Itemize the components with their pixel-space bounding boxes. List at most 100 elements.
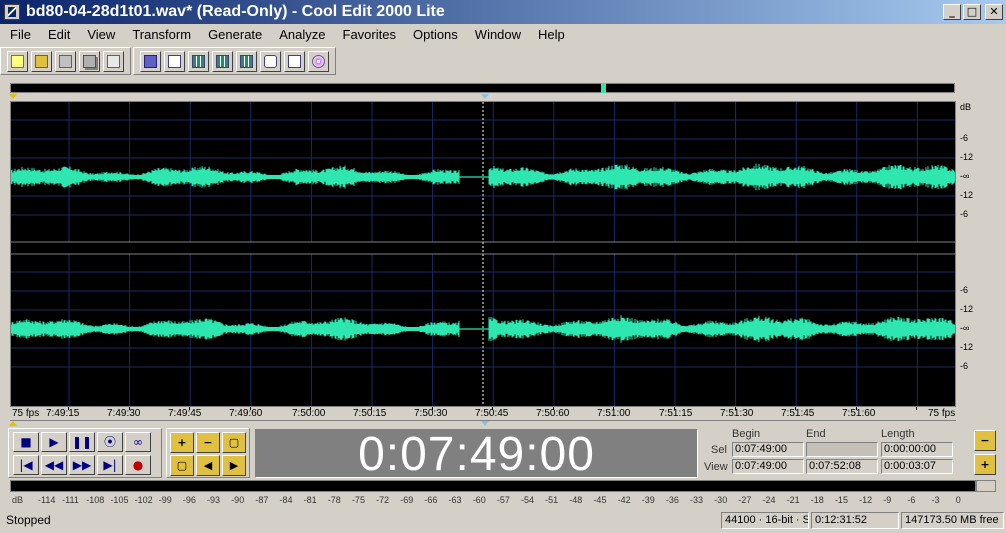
menu-analyze[interactable]: Analyze bbox=[269, 27, 332, 42]
go-to-end-button[interactable]: ▶| bbox=[97, 455, 123, 475]
time-tick bbox=[916, 407, 918, 410]
multitrack-icon[interactable] bbox=[140, 50, 161, 72]
play-button[interactable]: ▶ bbox=[41, 432, 67, 452]
meter-scale-label: -75 bbox=[351, 495, 365, 505]
overview-bar[interactable] bbox=[10, 83, 955, 93]
overview-thumb[interactable] bbox=[601, 83, 606, 93]
time-label: 7:51:60 bbox=[842, 408, 876, 419]
minimize-button[interactable]: _ bbox=[943, 4, 961, 20]
meter-scale-label: -18 bbox=[810, 495, 824, 505]
db-scale: dB -6 -12 -∞ -12 -6 -6 -12 -∞ -12 -6 bbox=[956, 101, 996, 407]
menu-edit[interactable]: Edit bbox=[38, 27, 77, 42]
cd-icon[interactable] bbox=[308, 50, 329, 72]
cursor-marker[interactable] bbox=[481, 94, 489, 99]
meter-scale-label: -78 bbox=[327, 495, 341, 505]
zoom-in-icon[interactable]: + bbox=[170, 432, 194, 453]
time-label: 7:50:30 bbox=[414, 408, 448, 419]
view-length-field[interactable]: 0:00:03:07 bbox=[881, 459, 953, 474]
begin-marker[interactable] bbox=[9, 94, 17, 99]
end-header: End bbox=[806, 428, 826, 440]
stop-button[interactable]: ■ bbox=[13, 432, 39, 452]
rewind-button[interactable]: ◀◀ bbox=[41, 455, 67, 475]
sel-label: Sel bbox=[711, 444, 727, 456]
meter-scale-label: -27 bbox=[738, 495, 752, 505]
loop-button[interactable]: ∞ bbox=[125, 432, 151, 452]
zoom-controls: + − ▢ ▢ ◀ ▶ bbox=[166, 428, 250, 478]
select-icon[interactable] bbox=[164, 50, 185, 72]
vertical-zoom-in-icon[interactable]: + bbox=[974, 454, 996, 475]
save-icon[interactable] bbox=[55, 50, 76, 72]
meter-scale-label: -36 bbox=[665, 495, 679, 505]
pause-button[interactable]: ❚❚ bbox=[69, 432, 95, 452]
open-file-icon[interactable] bbox=[31, 50, 52, 72]
zoom-icon[interactable] bbox=[260, 50, 281, 72]
menu-file[interactable]: File bbox=[0, 27, 38, 42]
meter-scale-label: -60 bbox=[472, 495, 486, 505]
save-selection-icon[interactable] bbox=[103, 50, 124, 72]
close-button[interactable]: ✕ bbox=[985, 4, 1003, 20]
meter-scale-label: -90 bbox=[231, 495, 245, 505]
meter-scale-label: -93 bbox=[207, 495, 221, 505]
meter-scale-label: -114 bbox=[38, 495, 56, 505]
length-header: Length bbox=[881, 428, 915, 440]
level-meter-peak[interactable] bbox=[976, 480, 996, 492]
menu-generate[interactable]: Generate bbox=[198, 27, 269, 42]
menu-transform[interactable]: Transform bbox=[122, 27, 198, 42]
record-button[interactable]: ● bbox=[125, 455, 151, 475]
grid-icon[interactable] bbox=[212, 50, 233, 72]
view-begin-field[interactable]: 0:07:49:00 bbox=[732, 459, 804, 474]
meter-scale-label: -48 bbox=[569, 495, 583, 505]
zoom-out-icon[interactable]: − bbox=[196, 432, 220, 453]
menu-window[interactable]: Window bbox=[465, 27, 528, 42]
p-icon[interactable] bbox=[284, 50, 305, 72]
new-file-icon[interactable] bbox=[7, 50, 28, 72]
begin-marker-bottom[interactable] bbox=[9, 421, 17, 426]
view-end-field[interactable]: 0:07:52:08 bbox=[806, 459, 878, 474]
meter-scale-label: dB bbox=[12, 495, 24, 505]
meter-scale-label: -12 bbox=[859, 495, 873, 505]
time-label: 7:50:15 bbox=[353, 408, 387, 419]
meter-scale-label: -9 bbox=[883, 495, 892, 505]
meter-scale-label: -39 bbox=[641, 495, 655, 505]
meter-scale-label: -66 bbox=[424, 495, 438, 505]
meter-scale-label: -33 bbox=[690, 495, 704, 505]
db-label: -∞ bbox=[960, 323, 970, 333]
save-as-icon[interactable] bbox=[79, 50, 100, 72]
meter-scale-label: -15 bbox=[834, 495, 848, 505]
menu-favorites[interactable]: Favorites bbox=[333, 27, 403, 42]
play-to-end-button[interactable]: ⦿ bbox=[97, 432, 123, 452]
menu-options[interactable]: Options bbox=[403, 27, 465, 42]
selection-panel: Begin End Length Sel View 0:07:49:00 0:0… bbox=[700, 428, 965, 478]
zoom-selection-icon[interactable]: ▢ bbox=[170, 455, 194, 476]
time-ruler[interactable]: 75 fps 7:49:15 7:49:30 7:49:45 7:49:60 7:50:0… bbox=[10, 407, 956, 421]
menu-view[interactable]: View bbox=[77, 27, 122, 42]
zoom-right-icon[interactable]: ▶ bbox=[222, 455, 246, 476]
fast-forward-button[interactable]: ▶▶ bbox=[69, 455, 95, 475]
menu-help[interactable]: Help bbox=[528, 27, 572, 42]
waveform-canvas[interactable] bbox=[11, 102, 956, 407]
time-label: 7:51:30 bbox=[720, 408, 754, 419]
view-toolbar-group bbox=[133, 47, 336, 75]
go-to-start-button[interactable]: |◀ bbox=[13, 455, 39, 475]
grid-icon[interactable] bbox=[188, 50, 209, 72]
waveform-display[interactable] bbox=[10, 101, 956, 407]
cursor-marker-bottom[interactable] bbox=[481, 421, 489, 426]
vertical-zoom-controls: − + bbox=[974, 430, 996, 478]
sel-length-field[interactable]: 0:00:00:00 bbox=[881, 442, 953, 457]
app-icon[interactable] bbox=[4, 4, 20, 20]
meter-scale-label: -87 bbox=[255, 495, 269, 505]
meter-scale-label: -72 bbox=[376, 495, 390, 505]
vertical-zoom-out-icon[interactable]: − bbox=[974, 430, 996, 451]
sel-begin-field[interactable]: 0:07:49:00 bbox=[732, 442, 804, 457]
maximize-button[interactable]: □ bbox=[963, 4, 981, 20]
grid-icon[interactable] bbox=[236, 50, 257, 72]
zoom-left-icon[interactable]: ◀ bbox=[196, 455, 220, 476]
sel-end-field[interactable] bbox=[806, 442, 878, 457]
meter-scale-label: -105 bbox=[110, 495, 129, 505]
db-label: -6 bbox=[960, 361, 969, 371]
time-label: 7:50:45 bbox=[475, 408, 509, 419]
zoom-full-icon[interactable]: ▢ bbox=[222, 432, 246, 453]
meter-scale-label: -3 bbox=[931, 495, 940, 505]
db-label: -∞ bbox=[960, 171, 970, 181]
meter-scale-label: 0 bbox=[955, 495, 961, 505]
